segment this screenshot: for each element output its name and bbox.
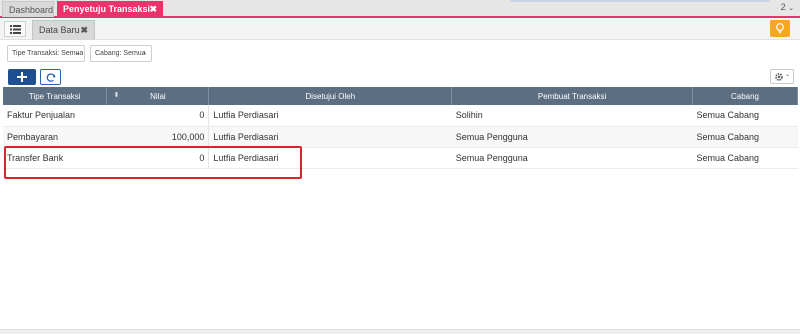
header-nilai[interactable]: ⬍ Nilai	[106, 87, 210, 105]
add-button[interactable]	[8, 69, 36, 85]
list-menu-button[interactable]	[4, 21, 26, 37]
lightbulb-icon	[776, 23, 784, 34]
tab-data-baru[interactable]: Data Baru ✖	[32, 20, 95, 40]
tab-dashboard[interactable]: Dashboard	[2, 1, 54, 17]
settings-button[interactable]: ⌄	[770, 69, 794, 84]
filter-tipe-label: Tipe Transaksi: Semua	[12, 50, 84, 57]
close-tab-icon[interactable]: ✖	[149, 1, 157, 17]
cell-pembuat: Solihin	[451, 105, 693, 127]
sub-tab-bar: Data Baru ✖	[0, 18, 800, 40]
tip-button[interactable]	[770, 20, 790, 37]
header-pembuat-transaksi[interactable]: Pembuat Transaksi	[451, 87, 694, 105]
refresh-icon	[46, 73, 56, 82]
header-cabang[interactable]: Cabang	[692, 87, 798, 105]
table-row[interactable]: Pembayaran 100,000 Lutfia Perdiasari Sem…	[3, 126, 798, 148]
filter-tipe-transaksi[interactable]: Tipe Transaksi: Semua ⌄	[7, 45, 85, 62]
chevron-down-icon: ⌄	[141, 50, 147, 56]
table-row[interactable]: Faktur Penjualan 0 Lutfia Perdiasari Sol…	[3, 105, 798, 127]
bottom-scroll-area	[0, 329, 800, 334]
chevron-down-icon: ⌄	[74, 50, 80, 56]
filter-cabang-label: Cabang: Semua	[95, 50, 146, 57]
cell-tipe: Faktur Penjualan	[3, 105, 107, 127]
cell-tipe: Pembayaran	[3, 126, 107, 148]
refresh-button[interactable]	[40, 69, 61, 85]
top-tab-bar: Dashboard Penyetuju Transaksi ✖ 2 ⌄	[0, 0, 800, 18]
close-subtab-icon[interactable]: ✖	[80, 21, 88, 40]
tab-dashboard-label: Dashboard	[9, 5, 54, 15]
cell-pembuat: Semua Pengguna	[451, 126, 693, 148]
tab-bar-indicator	[510, 0, 770, 2]
chevron-down-icon: ⌄	[788, 5, 794, 12]
cell-cabang: Semua Cabang	[692, 126, 798, 148]
cell-disetujui: Lutfia Perdiasari	[208, 105, 452, 127]
tab-count: 2	[780, 2, 786, 12]
cell-nilai: 100,000	[106, 126, 210, 148]
header-nilai-label: Nilai	[150, 91, 166, 101]
tab-overflow-menu[interactable]: 2 ⌄	[781, 2, 794, 12]
tab-active-label: Penyetuju Transaksi	[63, 4, 151, 14]
table-header-row: Tipe Transaksi ⬍ Nilai Disetujui Oleh Pem…	[3, 87, 798, 105]
highlight-annotation-box	[4, 146, 302, 179]
sort-icon[interactable]: ⬍	[113, 91, 119, 99]
header-tipe-transaksi[interactable]: Tipe Transaksi	[3, 87, 108, 105]
cell-pembuat: Semua Pengguna	[451, 147, 693, 169]
filter-cabang[interactable]: Cabang: Semua ⌄	[90, 45, 152, 62]
gear-icon	[775, 73, 783, 81]
list-icon	[10, 25, 21, 34]
tab-penyetuju-transaksi[interactable]: Penyetuju Transaksi ✖	[57, 1, 163, 17]
chevron-down-icon: ⌄	[784, 72, 790, 78]
cell-nilai: 0	[106, 105, 210, 127]
header-disetujui-oleh[interactable]: Disetujui Oleh	[208, 87, 453, 105]
plus-icon	[17, 72, 27, 82]
cell-disetujui: Lutfia Perdiasari	[208, 126, 452, 148]
cell-cabang: Semua Cabang	[692, 147, 798, 169]
tab-data-baru-label: Data Baru	[39, 25, 80, 35]
cell-cabang: Semua Cabang	[692, 105, 798, 127]
